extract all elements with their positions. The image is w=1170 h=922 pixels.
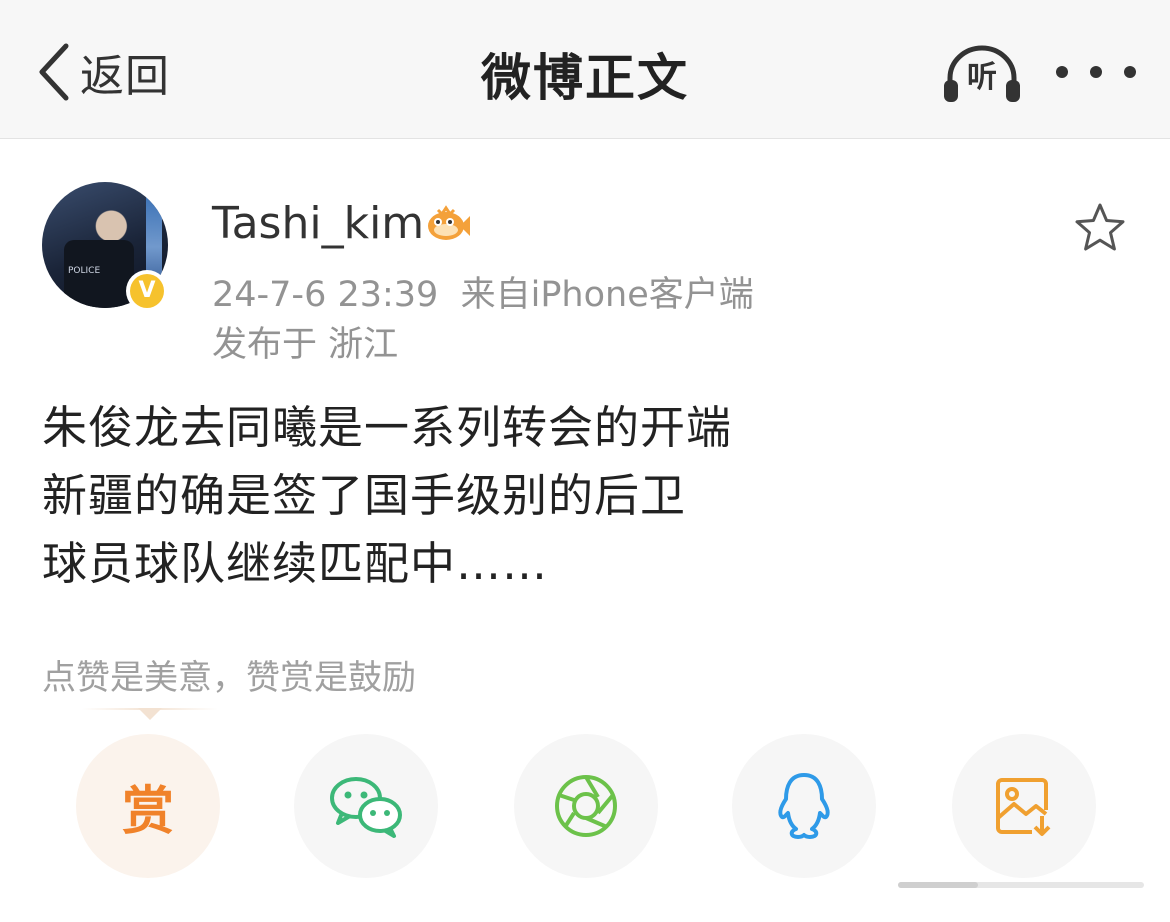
post-line: 球员球队继续匹配中…… (42, 537, 549, 590)
dot (1090, 66, 1102, 78)
top-nav-bar: 返回 微博正文 听 (0, 0, 1170, 139)
star-outline-icon[interactable] (1074, 202, 1126, 252)
more-dots-icon[interactable] (1056, 60, 1136, 86)
post-meta: 24-7-6 23:39 来自iPhone客户端 (212, 266, 754, 317)
qq-penguin-icon (778, 773, 830, 839)
reward-icon: 赏 (121, 781, 174, 842)
tip-caret (138, 708, 162, 720)
username[interactable]: Tashi_kim (212, 198, 424, 249)
reward-tip: 点赞是美意，赞赏是鼓励 (42, 658, 416, 698)
member-fish-icon[interactable] (424, 204, 470, 244)
share-qq-button[interactable] (732, 734, 876, 878)
verified-badge-icon: V (126, 270, 168, 312)
share-wechat-button[interactable] (294, 734, 438, 878)
moments-aperture-icon (555, 775, 617, 837)
wechat-icon (330, 777, 402, 838)
post-source: 来自iPhone客户端 (460, 275, 754, 315)
listen-label: 听 (967, 60, 997, 95)
post-body: 朱俊龙去同曦是一系列转会的开端 新疆的确是签了国手级别的后卫 球员球队继续匹配中… (42, 394, 732, 598)
dot (1056, 66, 1068, 78)
post-line: 新疆的确是签了国手级别的后卫 (42, 469, 687, 522)
dot (1124, 66, 1136, 78)
home-indicator (898, 882, 1144, 888)
post-date: 24-7-6 23:39 (212, 275, 439, 315)
reward-button[interactable]: 赏 (76, 734, 220, 878)
post-line: 朱俊龙去同曦是一系列转会的开端 (42, 401, 733, 454)
save-image-icon (996, 778, 1051, 836)
share-moments-button[interactable] (514, 734, 658, 878)
save-image-button[interactable] (952, 734, 1096, 878)
avatar-police-text: POLICE (68, 266, 101, 276)
verified-mark: V (130, 274, 164, 308)
listen-button[interactable]: 听 (940, 40, 1024, 106)
post-location: 发布于 浙江 (212, 325, 399, 365)
